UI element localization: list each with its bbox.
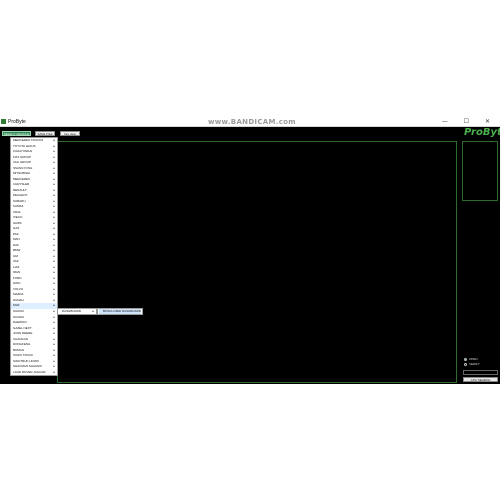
menu-item-label: VAG GROUP (13, 160, 31, 165)
menu-item-label: ISUZU TRUCK (13, 353, 34, 358)
save-file-button[interactable]: SAVE FILE (35, 131, 55, 136)
menu-item-label: SUZUKI (13, 308, 25, 313)
window-titlebar: ProByte www.BANDICAM.com — ☐ ✕ (0, 118, 500, 127)
menu-item-label: MERCEDES TRUCKS (13, 138, 44, 142)
menu-item-label: IVECO (13, 215, 23, 220)
menu-item-label: VOLVO (13, 286, 24, 291)
menu-item-label: BOMAG (13, 347, 25, 352)
menu-item-label: BMW (13, 248, 21, 253)
side-preview-panel (462, 141, 498, 201)
hex-view-button[interactable]: hex view (60, 131, 80, 136)
menu-item-label: GAZEL NEXT (13, 325, 32, 330)
menu-item-label: SSANGYONG (13, 165, 33, 170)
menu-item-label: DONGFENG (13, 342, 31, 347)
select-vehicle-button[interactable]: SELECT VEHICLE (2, 131, 31, 136)
menu-item-label: HINO (13, 281, 21, 286)
menu-item-label: KAMAZ (13, 204, 24, 209)
main-display-panel (57, 141, 457, 383)
menu-item-label: TOYOTA LEXUS (13, 143, 36, 148)
radio-option-verify[interactable]: VERIFY (464, 362, 480, 366)
chevron-right-icon: ▸ (92, 309, 94, 313)
radio-label: VERIFY (469, 362, 480, 366)
app-icon (1, 119, 6, 124)
menu-item-label: JOHN DEERE (13, 331, 33, 336)
menu-item-label: DAF (13, 242, 19, 247)
menu-item-label: SHACMAN SHAANXI (13, 364, 43, 369)
menu-item-label: URAL (13, 209, 22, 214)
menu-item-label: FAW (13, 303, 20, 308)
menu-item-label: HUDAH (13, 297, 24, 302)
menu-item-label: KIA/HYUNDAI (13, 149, 33, 154)
vehicle-menu: MERCEDES TRUCKS ▸ TOYOTA LEXUS ▸ KIA/HYUNDAI… (10, 137, 58, 377)
cpu-search-button[interactable]: CPU SEARCH (463, 377, 498, 382)
window-controls[interactable]: — ☐ ✕ (442, 118, 497, 126)
menu-item-label: LIAZ (13, 264, 20, 269)
menu-item-label: CHANGAN (13, 336, 29, 341)
submenu-item-label: BOSCH MED DASHBOARD (103, 309, 142, 313)
submenu-item-dashboard[interactable]: DASHBOARD ▸ (58, 309, 96, 314)
watermark-text: www.BANDICAM.com (208, 118, 296, 126)
menu-item-label: MAZDA (13, 292, 24, 297)
menu-item-label: SCANIA (13, 314, 25, 319)
menu-item-label: PAZ (13, 231, 19, 236)
menu-item-label: LAND ROVER JAGUAR (13, 369, 46, 374)
menu-item-label: MAN (13, 237, 20, 242)
menu-item-label: VAZ (13, 259, 19, 264)
submenu-item-bosch-med-dashboard[interactable]: BOSCH MED DASHBOARD (99, 309, 141, 314)
radio-label: OPEN (469, 357, 478, 361)
radio-button-icon[interactable] (464, 357, 467, 361)
menu-item-label: PEUGEOT (13, 193, 28, 198)
menu-item-label: FIAT GROUP (13, 154, 32, 159)
menu-item-label: CHRYSLER (13, 182, 30, 187)
menu-item-label: MERCEDES (13, 176, 31, 181)
menu-item-label: SAIPA (13, 220, 22, 225)
submenu-level2: BOSCH MED DASHBOARD (97, 308, 143, 315)
menu-item-label: RENAULT (13, 187, 27, 192)
window-title: ProByte (8, 119, 26, 125)
radio-button-icon[interactable] (464, 362, 467, 366)
probyte-logo: ProByte (464, 127, 500, 138)
menu-item-label: DAEWOO (13, 320, 27, 325)
chevron-right-icon: ▸ (53, 369, 55, 374)
menu-item-label: MITSUBISHI (13, 171, 31, 176)
menu-item-label: IRAN (13, 270, 21, 275)
menu-item-label: FORD (13, 275, 22, 280)
menu-item-label: SINOTRUK HOWO (13, 358, 39, 363)
menu-item[interactable]: LAND ROVER JAGUAR ▸ (11, 370, 57, 376)
submenu-item-label: DASHBOARD (62, 309, 82, 313)
value-input[interactable] (463, 370, 498, 375)
submenu-level1: DASHBOARD ▸ (57, 308, 97, 315)
menu-item-label: GAZ (13, 226, 20, 231)
menu-item-label: SUBARU (13, 198, 26, 203)
radio-option-open[interactable]: OPEN (464, 357, 478, 361)
menu-item-label: GM (13, 253, 18, 258)
